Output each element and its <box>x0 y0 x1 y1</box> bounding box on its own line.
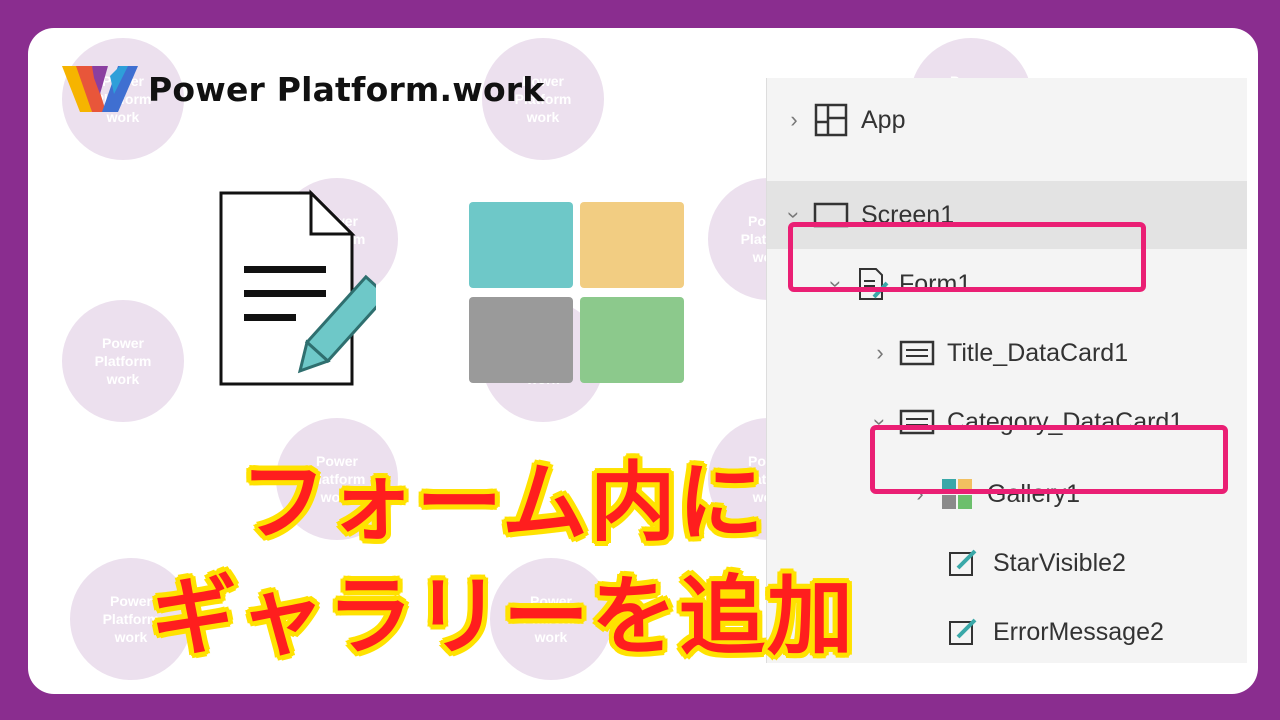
tree-item-label: Title_DataCard1 <box>947 338 1129 367</box>
gallery-tile <box>469 297 573 383</box>
tree-item-app[interactable]: › App <box>767 86 1247 154</box>
thumbnail-card: Power Platform work Power Platform work … <box>28 28 1258 694</box>
form-document-icon <box>216 188 389 392</box>
power-platform-logo-icon <box>62 66 138 112</box>
watermark-text: Power Platform work <box>94 335 152 387</box>
gallery-tile <box>580 202 684 288</box>
logo-text: Power Platform.work <box>148 69 545 109</box>
headline-line-1: フォーム内に <box>240 453 766 553</box>
tree-item-label: App <box>861 105 906 134</box>
gallery-tile <box>580 297 684 383</box>
form1-highlight-box <box>788 222 1146 292</box>
headline-line-2: ギャラリーを追加 <box>151 567 855 667</box>
brand-logo: Power Platform.work <box>62 64 544 114</box>
chevron-right-icon[interactable]: › <box>869 340 891 366</box>
app-icon <box>811 100 851 140</box>
datacard-icon <box>897 333 937 373</box>
watermark-circle: Power Platform work <box>62 300 184 422</box>
gallery-tile <box>469 202 573 288</box>
chevron-right-icon[interactable]: › <box>783 107 805 133</box>
tree-item-title-datacard1[interactable]: › Title_DataCard1 <box>767 319 1247 387</box>
